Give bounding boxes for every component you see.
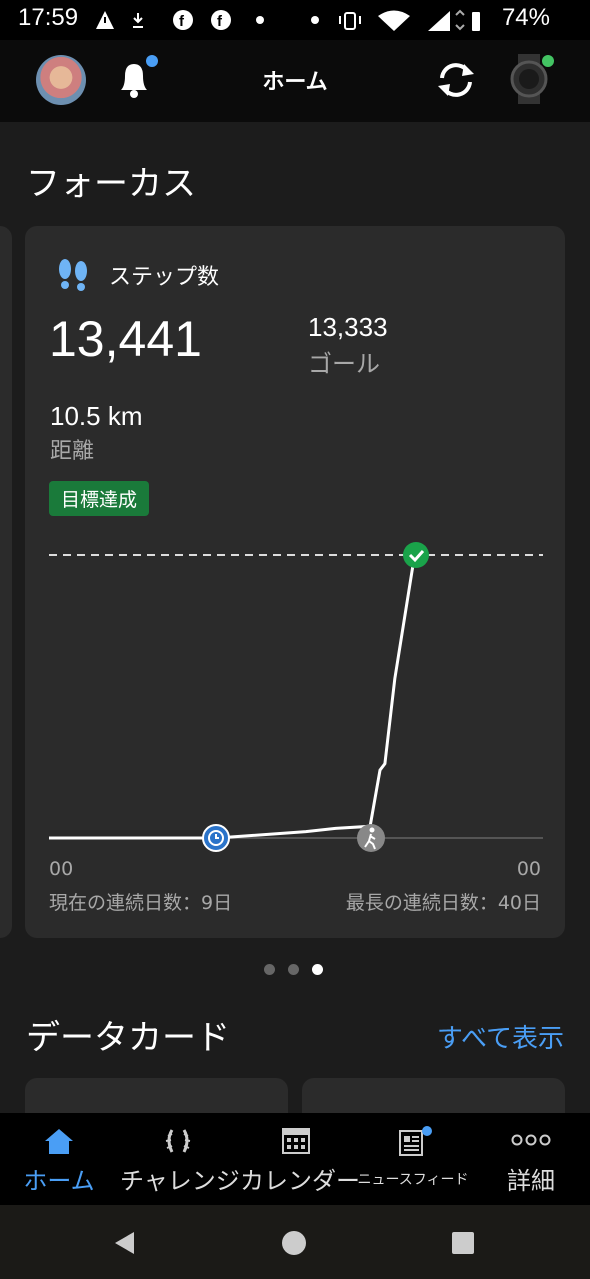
longest-streak: 最長の連続日数：40日 bbox=[345, 892, 541, 914]
system-navigation-bar bbox=[0, 1205, 590, 1279]
battery-percent: 74% bbox=[501, 4, 550, 31]
steps-card[interactable]: ステップ数 13,441 13,333 ゴール 10.5 km 距離 目標達成 … bbox=[25, 226, 565, 938]
pager-dot-active[interactable] bbox=[312, 964, 323, 975]
clock-icon bbox=[202, 824, 230, 852]
newsfeed-badge-dot bbox=[422, 1126, 432, 1136]
nav-challenges[interactable]: チャレンジ bbox=[120, 1113, 240, 1205]
view-all-link[interactable]: すべて表示 bbox=[437, 1018, 564, 1055]
section-title-data-cards: データカード bbox=[26, 1018, 230, 1058]
nav-label-newsfeed: ニュースフィード bbox=[357, 1172, 469, 1188]
goal-label: ゴール bbox=[308, 350, 380, 378]
chart-x-start-label: 00 bbox=[49, 858, 74, 880]
home-system-icon[interactable] bbox=[281, 1230, 307, 1256]
status-time: 17:59 bbox=[18, 4, 79, 31]
bottom-navigation: ホーム チャレンジ カレンダー ニュースフィード 詳細 bbox=[0, 1113, 590, 1205]
pager-dots bbox=[264, 964, 324, 976]
current-streak: 現在の連続日数：9日 bbox=[49, 892, 233, 914]
nav-home[interactable]: ホーム bbox=[14, 1113, 104, 1205]
footsteps-icon bbox=[59, 259, 87, 291]
goal-value: 13,333 bbox=[308, 312, 388, 342]
check-icon bbox=[403, 542, 429, 568]
notification-icons: f f bbox=[96, 10, 264, 30]
laurel-icon bbox=[165, 1129, 191, 1153]
sync-icon[interactable] bbox=[434, 58, 478, 102]
recents-icon[interactable] bbox=[451, 1231, 475, 1255]
calendar-icon bbox=[282, 1128, 310, 1154]
nav-label-more: 詳細 bbox=[507, 1167, 555, 1195]
nav-more[interactable]: 詳細 bbox=[486, 1113, 576, 1205]
distance-value: 10.5 km bbox=[50, 401, 143, 431]
system-status-icons bbox=[311, 9, 480, 31]
device-connected-dot bbox=[542, 55, 554, 67]
back-icon[interactable] bbox=[112, 1230, 138, 1256]
steps-chart bbox=[49, 542, 543, 852]
walk-icon bbox=[357, 824, 385, 852]
nav-calendar[interactable]: カレンダー bbox=[240, 1113, 360, 1205]
nav-label-challenges: チャレンジ bbox=[120, 1167, 240, 1195]
status-bar: 17:59 f f 74% bbox=[0, 0, 590, 40]
card-title: ステップ数 bbox=[109, 265, 220, 290]
distance-label: 距離 bbox=[50, 439, 95, 464]
goal-achieved-badge: 目標達成 bbox=[49, 481, 150, 516]
nav-label-calendar: カレンダー bbox=[240, 1167, 360, 1195]
top-app-bar: ホーム bbox=[0, 40, 590, 122]
nav-label-home: ホーム bbox=[23, 1167, 95, 1195]
series-line-steps bbox=[49, 554, 417, 840]
section-title-focus: フォーカス bbox=[26, 164, 196, 204]
pager-dot[interactable] bbox=[264, 964, 275, 975]
home-icon bbox=[45, 1129, 73, 1154]
previous-card-peek[interactable] bbox=[0, 226, 12, 938]
chart-x-end-label: 00 bbox=[516, 858, 541, 880]
pager-dot[interactable] bbox=[288, 964, 299, 975]
steps-value: 13,441 bbox=[49, 311, 202, 367]
more-icon bbox=[511, 1134, 551, 1146]
nav-newsfeed[interactable]: ニュースフィード bbox=[356, 1113, 470, 1205]
page-title: ホーム bbox=[262, 70, 328, 95]
